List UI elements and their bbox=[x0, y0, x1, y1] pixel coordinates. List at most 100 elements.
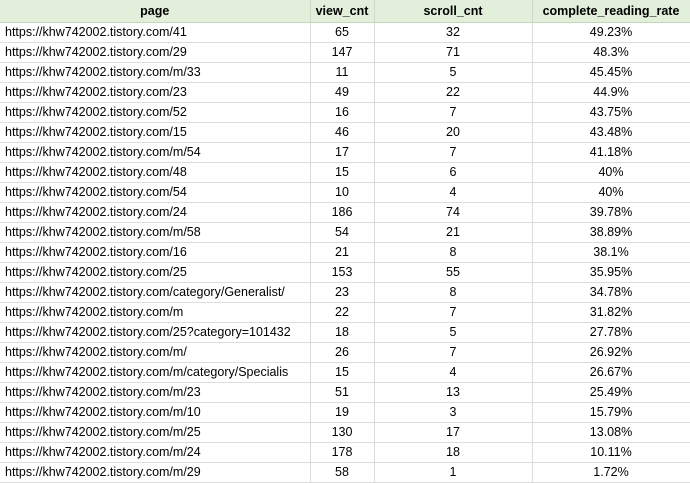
cell-page[interactable]: https://khw742002.tistory.com/25 bbox=[0, 262, 311, 283]
cell-page[interactable]: https://khw742002.tistory.com/m/10 bbox=[0, 402, 311, 423]
cell-scroll-cnt[interactable]: 5 bbox=[374, 62, 533, 83]
cell-complete-reading-rate[interactable]: 25.49% bbox=[532, 382, 690, 403]
cell-complete-reading-rate[interactable]: 39.78% bbox=[532, 202, 690, 223]
cell-complete-reading-rate[interactable]: 31.82% bbox=[532, 302, 690, 323]
cell-complete-reading-rate[interactable]: 49.23% bbox=[532, 22, 690, 43]
cell-view-cnt[interactable]: 22 bbox=[310, 302, 375, 323]
cell-complete-reading-rate[interactable]: 34.78% bbox=[532, 282, 690, 303]
cell-complete-reading-rate[interactable]: 26.92% bbox=[532, 342, 690, 363]
cell-scroll-cnt[interactable]: 8 bbox=[374, 282, 533, 303]
cell-complete-reading-rate[interactable]: 41.18% bbox=[532, 142, 690, 163]
cell-scroll-cnt[interactable]: 22 bbox=[374, 82, 533, 103]
cell-complete-reading-rate[interactable]: 15.79% bbox=[532, 402, 690, 423]
cell-page[interactable]: https://khw742002.tistory.com/m/23 bbox=[0, 382, 311, 403]
cell-complete-reading-rate[interactable]: 26.67% bbox=[532, 362, 690, 383]
cell-page[interactable]: https://khw742002.tistory.com/15 bbox=[0, 122, 311, 143]
cell-view-cnt[interactable]: 16 bbox=[310, 102, 375, 123]
cell-page[interactable]: https://khw742002.tistory.com/category/G… bbox=[0, 282, 311, 303]
cell-complete-reading-rate[interactable]: 10.11% bbox=[532, 442, 690, 463]
cell-scroll-cnt[interactable]: 17 bbox=[374, 422, 533, 443]
cell-scroll-cnt[interactable]: 3 bbox=[374, 402, 533, 423]
header-scroll-cnt[interactable]: scroll_cnt bbox=[374, 0, 533, 23]
cell-view-cnt[interactable]: 15 bbox=[310, 162, 375, 183]
cell-view-cnt[interactable]: 10 bbox=[310, 182, 375, 203]
cell-scroll-cnt[interactable]: 8 bbox=[374, 242, 533, 263]
cell-scroll-cnt[interactable]: 21 bbox=[374, 222, 533, 243]
cell-complete-reading-rate[interactable]: 44.9% bbox=[532, 82, 690, 103]
cell-scroll-cnt[interactable]: 20 bbox=[374, 122, 533, 143]
cell-view-cnt[interactable]: 23 bbox=[310, 282, 375, 303]
cell-view-cnt[interactable]: 19 bbox=[310, 402, 375, 423]
cell-page[interactable]: https://khw742002.tistory.com/m/58 bbox=[0, 222, 311, 243]
cell-complete-reading-rate[interactable]: 43.75% bbox=[532, 102, 690, 123]
cell-view-cnt[interactable]: 17 bbox=[310, 142, 375, 163]
cell-view-cnt[interactable]: 51 bbox=[310, 382, 375, 403]
cell-page[interactable]: https://khw742002.tistory.com/41 bbox=[0, 22, 311, 43]
cell-page[interactable]: https://khw742002.tistory.com/m/ bbox=[0, 342, 311, 363]
cell-complete-reading-rate[interactable]: 35.95% bbox=[532, 262, 690, 283]
cell-view-cnt[interactable]: 15 bbox=[310, 362, 375, 383]
cell-page[interactable]: https://khw742002.tistory.com/29 bbox=[0, 42, 311, 63]
cell-complete-reading-rate[interactable]: 45.45% bbox=[532, 62, 690, 83]
cell-scroll-cnt[interactable]: 7 bbox=[374, 342, 533, 363]
cell-page[interactable]: https://khw742002.tistory.com/m/54 bbox=[0, 142, 311, 163]
cell-scroll-cnt[interactable]: 18 bbox=[374, 442, 533, 463]
cell-scroll-cnt[interactable]: 7 bbox=[374, 142, 533, 163]
cell-scroll-cnt[interactable]: 74 bbox=[374, 202, 533, 223]
cell-view-cnt[interactable]: 130 bbox=[310, 422, 375, 443]
cell-scroll-cnt[interactable]: 32 bbox=[374, 22, 533, 43]
cell-view-cnt[interactable]: 54 bbox=[310, 222, 375, 243]
cell-scroll-cnt[interactable]: 5 bbox=[374, 322, 533, 343]
cell-scroll-cnt[interactable]: 13 bbox=[374, 382, 533, 403]
cell-page[interactable]: https://khw742002.tistory.com/m bbox=[0, 302, 311, 323]
cell-view-cnt[interactable]: 65 bbox=[310, 22, 375, 43]
header-complete-reading-rate[interactable]: complete_reading_rate bbox=[532, 0, 690, 23]
cell-complete-reading-rate[interactable]: 38.1% bbox=[532, 242, 690, 263]
cell-scroll-cnt[interactable]: 7 bbox=[374, 302, 533, 323]
cell-page[interactable]: https://khw742002.tistory.com/52 bbox=[0, 102, 311, 123]
table-row: https://khw742002.tistory.com/48 15 6 40% bbox=[0, 162, 690, 183]
cell-page[interactable]: https://khw742002.tistory.com/24 bbox=[0, 202, 311, 223]
cell-complete-reading-rate[interactable]: 48.3% bbox=[532, 42, 690, 63]
header-view-cnt[interactable]: view_cnt bbox=[310, 0, 375, 23]
cell-scroll-cnt[interactable]: 1 bbox=[374, 462, 533, 483]
cell-page[interactable]: https://khw742002.tistory.com/m/29 bbox=[0, 462, 311, 483]
cell-view-cnt[interactable]: 186 bbox=[310, 202, 375, 223]
table-row: https://khw742002.tistory.com/m/10 19 3 15.… bbox=[0, 402, 690, 423]
cell-page[interactable]: https://khw742002.tistory.com/m/33 bbox=[0, 62, 311, 83]
cell-view-cnt[interactable]: 49 bbox=[310, 82, 375, 103]
cell-complete-reading-rate[interactable]: 40% bbox=[532, 182, 690, 203]
cell-view-cnt[interactable]: 178 bbox=[310, 442, 375, 463]
cell-page[interactable]: https://khw742002.tistory.com/25?categor… bbox=[0, 322, 311, 343]
cell-view-cnt[interactable]: 11 bbox=[310, 62, 375, 83]
cell-page[interactable]: https://khw742002.tistory.com/23 bbox=[0, 82, 311, 103]
cell-complete-reading-rate[interactable]: 38.89% bbox=[532, 222, 690, 243]
cell-view-cnt[interactable]: 153 bbox=[310, 262, 375, 283]
cell-complete-reading-rate[interactable]: 13.08% bbox=[532, 422, 690, 443]
cell-view-cnt[interactable]: 58 bbox=[310, 462, 375, 483]
cell-scroll-cnt[interactable]: 7 bbox=[374, 102, 533, 123]
cell-page[interactable]: https://khw742002.tistory.com/54 bbox=[0, 182, 311, 203]
cell-view-cnt[interactable]: 26 bbox=[310, 342, 375, 363]
cell-view-cnt[interactable]: 46 bbox=[310, 122, 375, 143]
cell-page[interactable]: https://khw742002.tistory.com/m/25 bbox=[0, 422, 311, 443]
cell-complete-reading-rate[interactable]: 43.48% bbox=[532, 122, 690, 143]
cell-page[interactable]: https://khw742002.tistory.com/m/24 bbox=[0, 442, 311, 463]
cell-complete-reading-rate[interactable]: 40% bbox=[532, 162, 690, 183]
cell-page[interactable]: https://khw742002.tistory.com/m/category… bbox=[0, 362, 311, 383]
cell-scroll-cnt[interactable]: 6 bbox=[374, 162, 533, 183]
table-row: https://khw742002.tistory.com/m/23 51 13 25… bbox=[0, 382, 690, 403]
cell-view-cnt[interactable]: 21 bbox=[310, 242, 375, 263]
cell-page[interactable]: https://khw742002.tistory.com/48 bbox=[0, 162, 311, 183]
cell-view-cnt[interactable]: 18 bbox=[310, 322, 375, 343]
cell-scroll-cnt[interactable]: 71 bbox=[374, 42, 533, 63]
cell-complete-reading-rate[interactable]: 1.72% bbox=[532, 462, 690, 483]
header-page[interactable]: page bbox=[0, 0, 311, 23]
cell-complete-reading-rate[interactable]: 27.78% bbox=[532, 322, 690, 343]
cell-scroll-cnt[interactable]: 55 bbox=[374, 262, 533, 283]
table-row: https://khw742002.tistory.com/m/33 11 5 45.… bbox=[0, 62, 690, 83]
cell-scroll-cnt[interactable]: 4 bbox=[374, 362, 533, 383]
cell-view-cnt[interactable]: 147 bbox=[310, 42, 375, 63]
cell-page[interactable]: https://khw742002.tistory.com/16 bbox=[0, 242, 311, 263]
cell-scroll-cnt[interactable]: 4 bbox=[374, 182, 533, 203]
